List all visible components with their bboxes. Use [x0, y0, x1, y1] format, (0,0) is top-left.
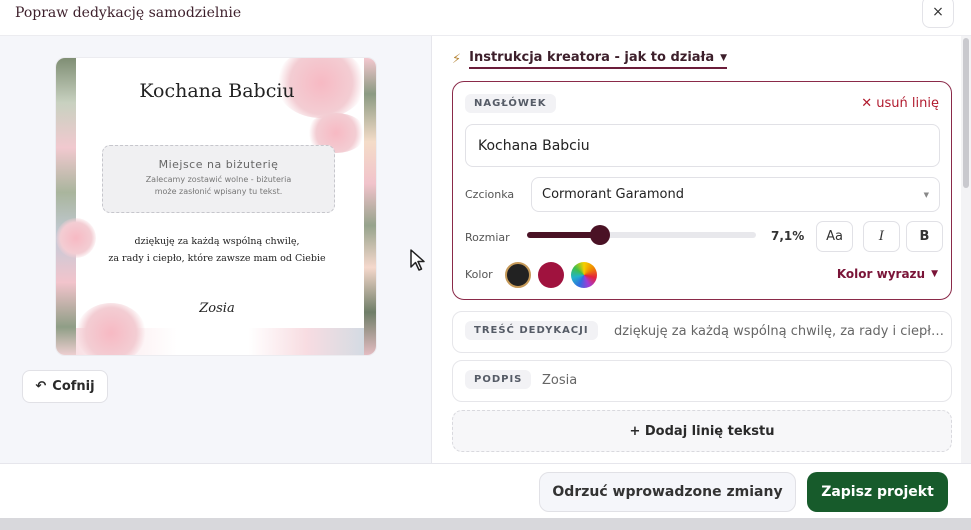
color-swatch-black[interactable] [505, 262, 531, 288]
undo-button[interactable]: ↶ Cofnij [22, 370, 108, 403]
chevron-down-icon: ▼ [931, 269, 938, 279]
close-icon: × [932, 4, 944, 20]
jewelry-note-line: Zalecamy zostawić wolne - biżuteria [145, 175, 292, 184]
dedication-text-preview: dziękuję za każdą wspólną chwilę, za rad… [614, 324, 944, 339]
size-value: 7,1% [771, 229, 805, 243]
word-color-button[interactable]: Kolor wyrazu ▼ [837, 267, 938, 281]
header-section-tag: NAGŁÓWEK [465, 94, 556, 113]
font-select-value: Cormorant Garamond [542, 187, 685, 202]
mouse-cursor-icon [410, 249, 425, 271]
background-overlay [0, 518, 971, 530]
signature-line-section[interactable]: PODPIS Zosia [452, 360, 952, 402]
word-color-label: Kolor wyrazu [836, 267, 926, 281]
bolt-icon: ⚡ [452, 52, 462, 67]
card-signature: Zosia [199, 301, 235, 316]
size-slider-thumb[interactable] [590, 225, 611, 245]
preview-panel: Kochana Babciu Miejsce na biżuterię Zale… [0, 36, 432, 463]
add-text-line-button[interactable]: + Dodaj linię tekstu [452, 410, 952, 452]
size-slider-fill [527, 232, 601, 238]
creator-guide-label: Instrukcja kreatora - jak to działa [469, 50, 715, 65]
jewelry-placeholder-title: Miejsce na biżuterię [158, 158, 279, 171]
remove-line-button[interactable]: ✕ usuń linię [861, 96, 939, 111]
flower-decoration [76, 303, 146, 355]
dedication-card-preview: Kochana Babciu Miejsce na biżuterię Zale… [55, 57, 377, 356]
chevron-down-icon: ▼ [720, 52, 728, 63]
size-slider-track[interactable] [527, 232, 756, 238]
close-button[interactable]: × [922, 0, 954, 28]
jewelry-placeholder: Miejsce na biżuterię Zalecamy zostawić w… [102, 145, 335, 213]
save-project-button[interactable]: Zapisz projekt [807, 472, 948, 512]
flower-decoration [56, 218, 96, 258]
color-swatch-custom[interactable] [571, 262, 597, 288]
floral-border-right [364, 58, 376, 355]
color-swatch-crimson[interactable] [538, 262, 564, 288]
undo-label: Cofnij [52, 379, 95, 394]
size-label: Rozmiar [465, 231, 510, 244]
remove-line-label: usuń linię [876, 96, 939, 111]
creator-guide[interactable]: ⚡ Instrukcja kreatora - jak to działa ▼ [452, 50, 728, 69]
edit-dedication-modal: Popraw dedykację samodzielnie × Kochana … [0, 0, 971, 518]
jewelry-placeholder-note: Zalecamy zostawić wolne - biżuteria może… [103, 174, 334, 198]
discard-changes-button[interactable]: Odrzuć wprowadzone zmiany [539, 472, 796, 512]
creator-guide-link[interactable]: Instrukcja kreatora - jak to działa ▼ [469, 50, 728, 69]
floral-border-left [56, 58, 76, 355]
font-select[interactable]: Cormorant Garamond ▼ [531, 177, 940, 212]
editor-panel: ⚡ Instrukcja kreatora - jak to działa ▼ … [432, 36, 971, 463]
card-dedication-text: dziękuję za każdą wspólną chwilę, za rad… [91, 233, 343, 267]
dedication-section-tag: TREŚĆ DEDYKACJI [465, 321, 598, 340]
italic-button[interactable]: I [863, 221, 900, 252]
card-heading: Kochana Babciu [139, 80, 295, 102]
signature-text-preview: Zosia [542, 373, 578, 388]
card-dedication-line: za rady i ciepło, które zawsze mam od Ci… [108, 253, 326, 264]
font-label: Czcionka [465, 188, 515, 201]
modal-title: Popraw dedykację samodzielnie [15, 5, 242, 21]
case-toggle-button[interactable]: Aa [816, 221, 853, 252]
header-text-input[interactable]: Kochana Babciu [465, 124, 940, 167]
bold-button[interactable]: B [906, 221, 943, 252]
close-icon: ✕ [861, 96, 873, 111]
card-dedication-line: dziękuję za każdą wspólną chwilę, [134, 236, 300, 247]
scrollbar-thumb[interactable] [963, 38, 969, 188]
signature-section-tag: PODPIS [465, 370, 532, 389]
modal-footer: Odrzuć wprowadzone zmiany Zapisz projekt [0, 463, 971, 518]
jewelry-note-line: może zasłonić wpisany tu tekst. [154, 187, 283, 196]
header-line-section: NAGŁÓWEK ✕ usuń linię Kochana Babciu Czc… [452, 81, 952, 300]
color-label: Kolor [465, 268, 493, 281]
dedication-line-section[interactable]: TREŚĆ DEDYKACJI dziękuję za każdą wspóln… [452, 311, 952, 353]
undo-icon: ↶ [35, 379, 47, 394]
chevron-down-icon: ▼ [923, 190, 929, 199]
modal-header: Popraw dedykację samodzielnie × [0, 0, 971, 36]
